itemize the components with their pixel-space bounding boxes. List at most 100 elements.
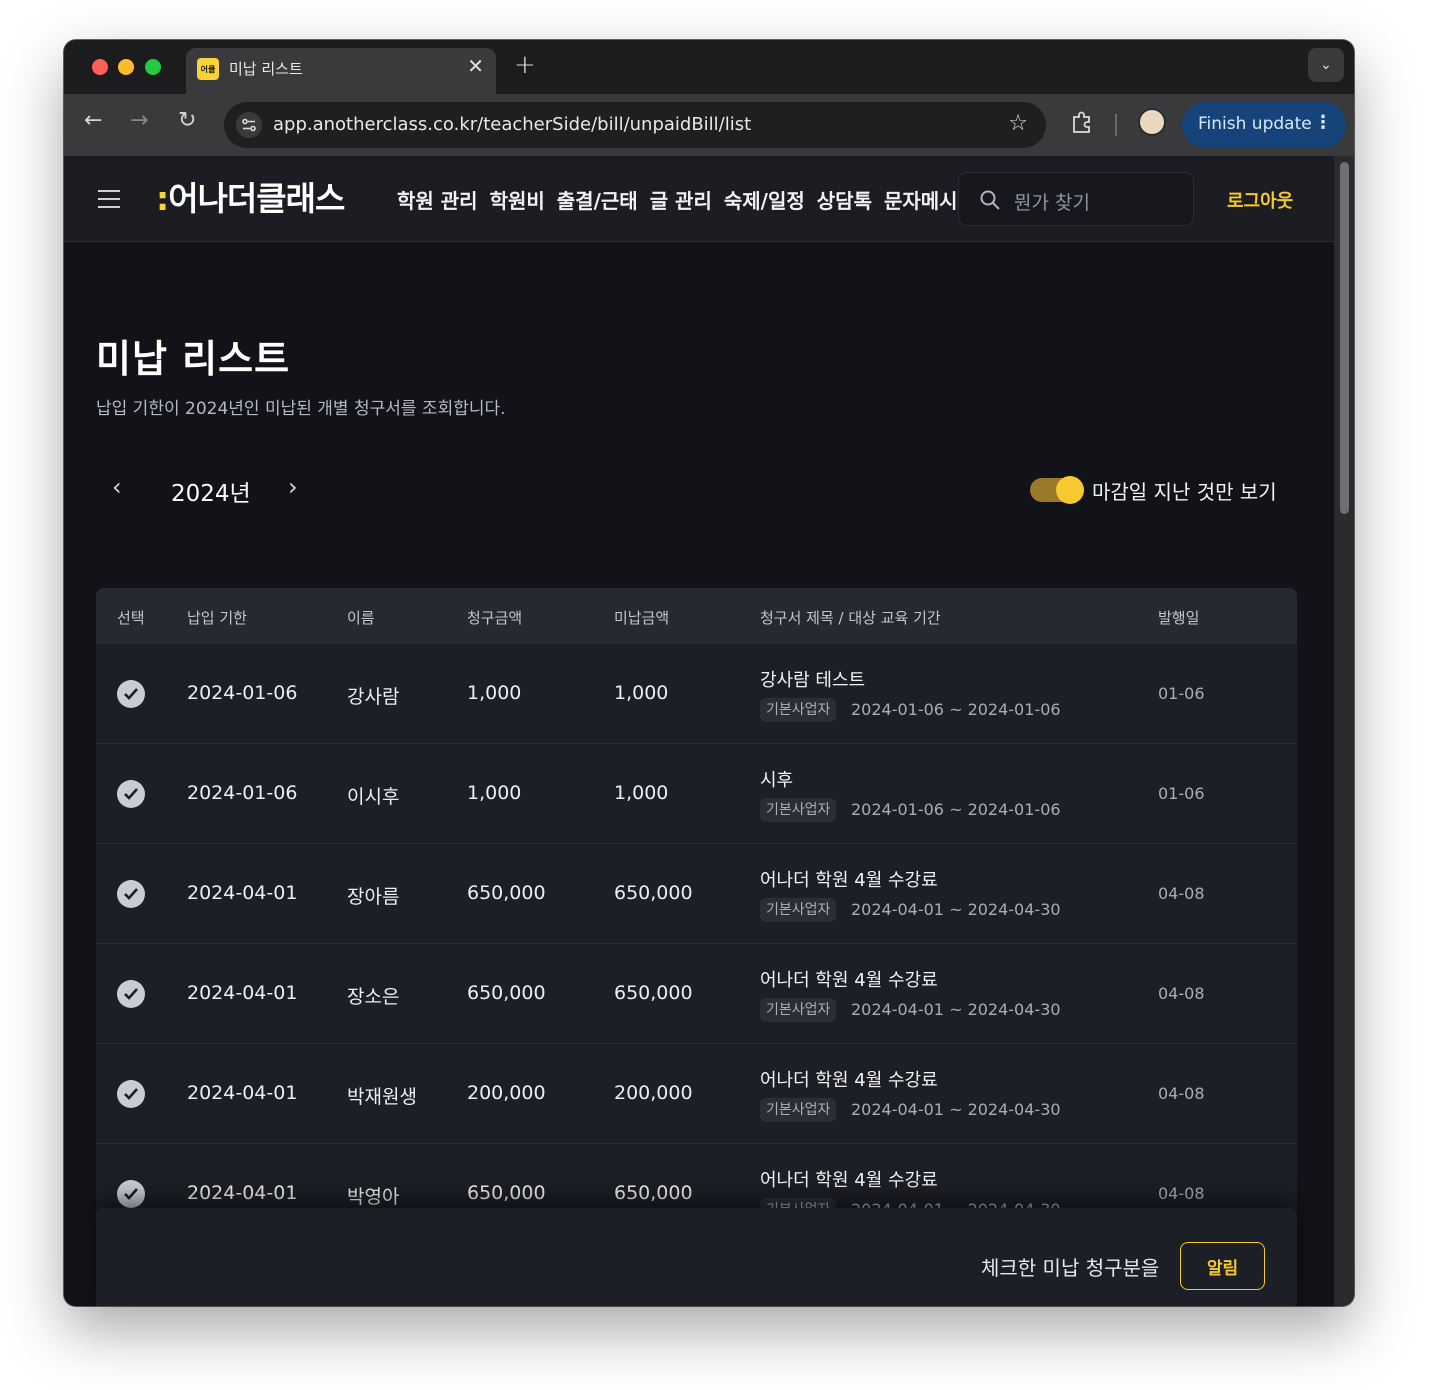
row-checkbox[interactable] [117, 780, 145, 808]
url-text: app.anotherclass.co.kr/teacherSide/bill/… [273, 114, 752, 135]
forward-arrow-icon[interactable]: → [130, 108, 148, 133]
nav-item[interactable]: 글 관리 [650, 185, 712, 214]
row-checkbox[interactable] [117, 980, 145, 1008]
toggle-knob [1056, 476, 1084, 504]
table-row[interactable]: 2024-01-06 강사람 1,000 1,000 강사람 테스트 기본사업자 2024-… [96, 644, 1297, 744]
finish-update-label: Finish update [1198, 114, 1312, 134]
back-arrow-icon[interactable]: ← [84, 108, 102, 133]
table-row[interactable]: 2024-04-01 장아름 650,000 650,000 어나더 학원 4월 수강료… [96, 844, 1297, 944]
extensions-puzzle-icon[interactable] [1069, 109, 1095, 135]
column-header: 이름 [347, 609, 375, 627]
tab-search-chevron-icon[interactable]: ⌄ [1308, 48, 1344, 82]
row-checkbox[interactable] [117, 880, 145, 908]
minimize-window-button[interactable] [118, 59, 134, 75]
unpaid-amount: 650,000 [614, 882, 693, 904]
tab-strip: 어클 미납 리스트 ✕ + ⌄ [64, 40, 1354, 94]
browser-tab[interactable]: 어클 미납 리스트 ✕ [186, 48, 496, 94]
business-badge: 기본사업자 [760, 998, 837, 1022]
page-title: 미납 리스트 [96, 337, 291, 381]
nav-item[interactable]: 상담톡 [817, 185, 872, 214]
reload-icon[interactable]: ↻ [178, 108, 196, 133]
unpaid-amount: 650,000 [614, 1182, 693, 1204]
favicon-icon: 어클 [197, 58, 219, 80]
student-name: 이시후 [347, 786, 400, 808]
education-period: 2024-04-01 ~ 2024-04-30 [851, 900, 1061, 919]
checkmark-icon [124, 788, 138, 800]
next-year-chevron-icon[interactable]: › [288, 473, 298, 501]
address-bar[interactable]: app.anotherclass.co.kr/teacherSide/bill/… [224, 102, 1046, 148]
student-name: 박재원생 [347, 1086, 417, 1108]
finish-update-button[interactable]: Finish update ⋮ [1182, 102, 1346, 148]
logout-button[interactable]: 로그아웃 [1227, 187, 1293, 213]
unpaid-amount: 200,000 [614, 1082, 693, 1104]
hamburger-menu-icon[interactable] [98, 190, 120, 214]
row-checkbox[interactable] [117, 680, 145, 708]
row-checkbox[interactable] [117, 1080, 145, 1108]
checkmark-icon [124, 1088, 138, 1100]
table-row[interactable]: 2024-01-06 이시후 1,000 1,000 시후 기본사업자 2024-01-06… [96, 744, 1297, 844]
more-menu-icon[interactable]: ⋮ [1314, 112, 1332, 133]
education-period: 2024-04-01 ~ 2024-04-30 [851, 1100, 1061, 1119]
page-content: :어나더클래스 학원 관리 학원비 출결/근태 글 관리 숙제/일정 상담톡 문자메시지 뭔… [64, 156, 1334, 1306]
unpaid-amount: 1,000 [614, 782, 669, 804]
business-badge: 기본사업자 [760, 898, 837, 922]
nav-item[interactable]: 출결/근태 [557, 185, 638, 214]
search-placeholder: 뭔가 찾기 [1014, 192, 1090, 214]
notify-button[interactable]: 알림 [1180, 1242, 1265, 1290]
bookmark-star-icon[interactable]: ☆ [1008, 111, 1028, 136]
due-date: 2024-01-06 [187, 782, 298, 804]
issued-date: 04-08 [1158, 984, 1205, 1003]
billed-amount: 650,000 [467, 982, 546, 1004]
billed-amount: 200,000 [467, 1082, 546, 1104]
unpaid-bill-table: 선택 납입 기한 이름 청구금액 미납금액 청구서 제목 / 대상 교육 기간 발행일 20… [96, 588, 1297, 1244]
column-header: 선택 [117, 609, 145, 627]
tab-close-icon[interactable]: ✕ [467, 54, 484, 78]
app-logo[interactable]: :어나더클래스 [156, 172, 345, 220]
bill-title: 강사람 테스트 [760, 670, 866, 691]
billed-amount: 650,000 [467, 1182, 546, 1204]
close-window-button[interactable] [92, 59, 108, 75]
billed-amount: 650,000 [467, 882, 546, 904]
new-tab-icon[interactable]: + [514, 50, 536, 80]
previous-year-chevron-icon[interactable]: ‹ [112, 473, 122, 501]
browser-toolbar: ← → ↻ app.anotherclass.co.kr/teacherSide… [64, 94, 1354, 156]
column-header: 청구금액 [467, 609, 523, 627]
site-settings-icon[interactable] [236, 112, 262, 138]
page-scrollbar[interactable] [1334, 156, 1354, 1306]
business-badge: 기본사업자 [760, 1098, 837, 1122]
unpaid-amount: 1,000 [614, 682, 669, 704]
search-icon [980, 190, 1000, 210]
bill-title: 어나더 학원 4월 수강료 [760, 1170, 938, 1191]
column-header: 발행일 [1158, 609, 1200, 627]
top-nav-list: 학원 관리 학원비 출결/근태 글 관리 숙제/일정 상담톡 문자메시지 [397, 185, 957, 214]
nav-item[interactable]: 학원비 [490, 185, 545, 214]
nav-item[interactable]: 문자메시지 [884, 185, 957, 214]
maximize-window-button[interactable] [145, 59, 161, 75]
business-badge: 기본사업자 [760, 698, 837, 722]
year-label: 2024년 [171, 481, 251, 507]
table-row[interactable]: 2024-04-01 박재원생 200,000 200,000 어나더 학원 4월 수강… [96, 1044, 1297, 1144]
issued-date: 04-08 [1158, 884, 1205, 903]
nav-item[interactable]: 숙제/일정 [724, 185, 805, 214]
student-name: 장소은 [347, 986, 400, 1008]
issued-date: 01-06 [1158, 784, 1205, 803]
app-header: :어나더클래스 학원 관리 학원비 출결/근태 글 관리 숙제/일정 상담톡 문자메시지 뭔… [64, 156, 1334, 242]
browser-window: 어클 미납 리스트 ✕ + ⌄ ← → ↻ app.anotherclass.c… [64, 40, 1354, 1306]
search-input[interactable]: 뭔가 찾기 [958, 172, 1194, 226]
tab-title: 미납 리스트 [229, 60, 303, 78]
nav-item[interactable]: 학원 관리 [397, 185, 478, 214]
checkmark-icon [124, 688, 138, 700]
profile-avatar[interactable] [1138, 108, 1166, 136]
overdue-only-toggle[interactable] [1030, 476, 1084, 504]
billed-amount: 1,000 [467, 782, 522, 804]
toolbar-divider [1115, 114, 1117, 136]
billed-amount: 1,000 [467, 682, 522, 704]
unpaid-amount: 650,000 [614, 982, 693, 1004]
business-badge: 기본사업자 [760, 798, 837, 822]
page-subtitle: 납입 기한이 2024년인 미납된 개별 청구서를 조회합니다. [96, 399, 506, 419]
due-date: 2024-04-01 [187, 1082, 298, 1104]
bill-title: 어나더 학원 4월 수강료 [760, 1070, 938, 1091]
table-row[interactable]: 2024-04-01 장소은 650,000 650,000 어나더 학원 4월 수강료… [96, 944, 1297, 1044]
overdue-only-label: 마감일 지난 것만 보기 [1092, 480, 1277, 504]
scrollbar-thumb[interactable] [1340, 162, 1349, 514]
